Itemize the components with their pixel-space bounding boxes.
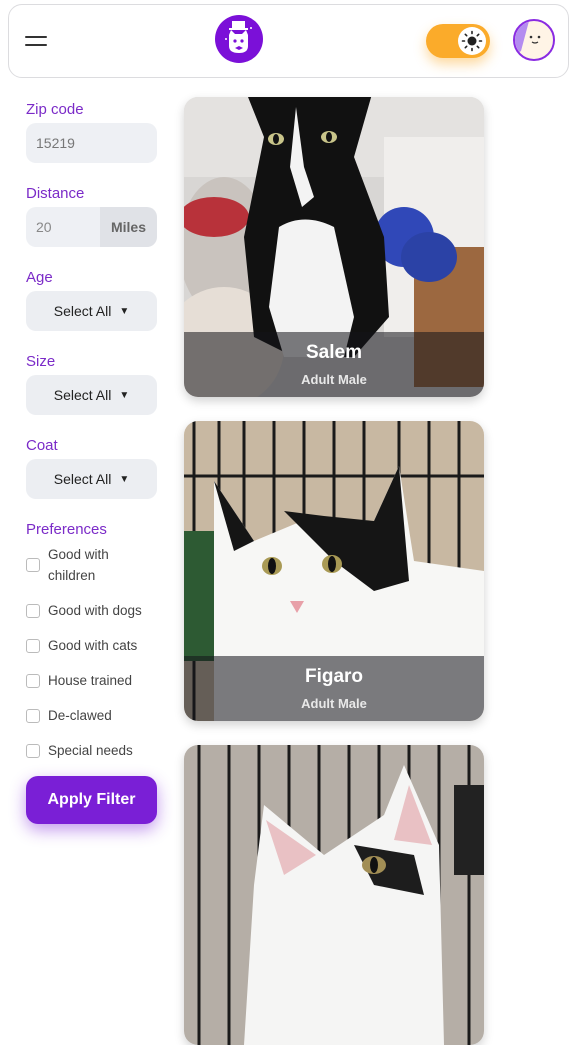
checkbox[interactable] [26, 744, 40, 758]
caret-down-icon: ▼ [119, 306, 130, 318]
pet-card[interactable]: Salem Adult Male [184, 97, 484, 397]
theme-toggle[interactable] [426, 24, 490, 58]
checkbox[interactable] [26, 639, 40, 653]
preferences-label: Preferences [26, 521, 107, 538]
pet-caption: Salem Adult Male [184, 332, 484, 397]
checkbox[interactable] [26, 604, 40, 618]
pet-description: Adult Male [301, 372, 367, 387]
pet-card[interactable]: Figaro Adult Male [184, 421, 484, 721]
coat-dropdown[interactable]: Select All ▼ [26, 459, 157, 499]
size-dropdown-value: Select All [53, 387, 112, 403]
distance-input[interactable]: 20 [26, 207, 100, 247]
size-label: Size [26, 353, 56, 370]
top-navbar [8, 4, 569, 78]
pref-label: Good with cats [48, 638, 138, 653]
pref-house-trained[interactable]: House trained [26, 670, 157, 691]
size-dropdown[interactable]: Select All ▼ [26, 375, 157, 415]
coat-label: Coat [26, 437, 58, 454]
pref-label: Good with dogs [48, 603, 142, 618]
pref-label: House trained [48, 673, 133, 688]
distance-unit: Miles [100, 207, 157, 247]
pref-special-needs[interactable]: Special needs [26, 740, 157, 761]
pref-label: Good with children [48, 547, 109, 583]
caret-down-icon: ▼ [119, 474, 130, 486]
zip-code-input[interactable]: 15219 [26, 123, 157, 163]
apply-filter-button[interactable]: Apply Filter [26, 776, 157, 824]
pref-good-with-dogs[interactable]: Good with dogs [26, 600, 157, 621]
pet-card[interactable] [184, 745, 484, 1045]
coat-dropdown-value: Select All [53, 471, 112, 487]
sun-icon [458, 27, 486, 55]
pet-name: Salem [306, 342, 362, 363]
pet-photo [184, 745, 484, 1045]
age-dropdown[interactable]: Select All ▼ [26, 291, 157, 331]
pet-name: Figaro [304, 666, 364, 687]
age-label: Age [26, 269, 53, 286]
pet-caption: Figaro Adult Male [184, 656, 484, 721]
pref-good-with-children[interactable]: Good with children [26, 544, 157, 586]
distance-label: Distance [26, 185, 85, 202]
hamburger-menu-icon[interactable] [25, 34, 47, 50]
pref-label: De-clawed [48, 708, 112, 723]
pet-description: Adult Male [301, 696, 367, 711]
zip-code-label: Zip code [26, 101, 84, 118]
caret-down-icon: ▼ [119, 390, 130, 402]
cat-wizard-logo-icon[interactable] [215, 15, 263, 63]
pref-de-clawed[interactable]: De-clawed [26, 705, 157, 726]
pref-good-with-cats[interactable]: Good with cats [26, 635, 157, 656]
age-dropdown-value: Select All [53, 303, 112, 319]
checkbox[interactable] [26, 709, 40, 723]
user-avatar-icon[interactable] [513, 19, 555, 61]
checkbox[interactable] [26, 558, 40, 572]
checkbox[interactable] [26, 674, 40, 688]
pref-label: Special needs [48, 743, 133, 758]
